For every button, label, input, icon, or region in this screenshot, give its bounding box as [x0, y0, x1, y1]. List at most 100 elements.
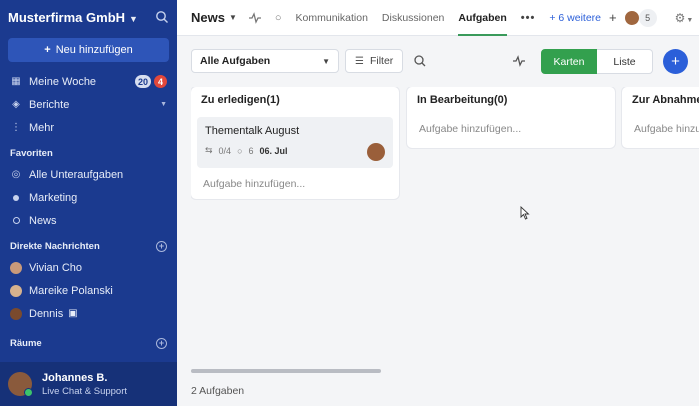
add-task-link[interactable]: Aufgabe hinzufügen...	[407, 113, 615, 145]
column-todo: Zu erledigen(1) Thementalk August ⇆ 0/4 …	[191, 87, 399, 199]
filter-label: Filter	[369, 55, 394, 67]
more-icon[interactable]: •••	[521, 12, 536, 24]
due-date: 06. Jul	[259, 145, 288, 156]
sidebar-item-label: Marketing	[29, 191, 78, 204]
new-item-label: Neu hinzufügen	[55, 44, 133, 56]
avatar	[10, 284, 22, 297]
add-task-link[interactable]: Aufgabe hinzufügen...	[191, 168, 399, 200]
status-emoji-icon: ▣	[68, 308, 78, 319]
task-filter-select[interactable]: Alle Aufgaben ▼	[191, 49, 339, 73]
sidebar-item-all-subtasks[interactable]: ◎ Alle Unteraufgaben	[0, 163, 177, 186]
page-title[interactable]: News	[191, 10, 225, 25]
add-task-link[interactable]: Aufgabe hinzufügen...	[622, 113, 699, 145]
member-count[interactable]: 5	[638, 8, 657, 27]
header: News ▼ ○ Kommunikation Diskussionen Aufg…	[177, 0, 699, 36]
more-vertical-icon: ⋮	[11, 122, 21, 133]
org-switcher[interactable]: Musterfirma GmbH ▼	[8, 10, 155, 25]
sidebar: Musterfirma GmbH ▼ + Neu hinzufügen ▦ Mein…	[0, 0, 177, 406]
layers-icon: ◈	[12, 99, 20, 110]
subtask-icon: ⇆	[205, 145, 213, 155]
chevron-down-icon: ▼	[129, 13, 138, 24]
avatar[interactable]	[622, 8, 641, 27]
filter-icon: ☰	[355, 55, 364, 67]
sidebar-item-more[interactable]: ⋮ Mehr	[0, 116, 177, 139]
direct-messages-heading: Direkte Nachrichten +	[0, 236, 177, 256]
section-title: Favoriten	[10, 147, 53, 159]
sidebar-item-news[interactable]: News	[0, 209, 177, 232]
gear-icon[interactable]: ⚙▼	[675, 11, 694, 25]
circle-icon[interactable]: ○	[275, 12, 282, 24]
horizontal-scrollbar[interactable]	[191, 369, 381, 373]
activity-icon[interactable]	[248, 11, 261, 24]
chevron-down-icon: ▼	[322, 56, 330, 66]
select-value: Alle Aufgaben	[200, 55, 271, 67]
chevron-down-icon: ▼	[160, 101, 167, 108]
sidebar-item-vivian-cho[interactable]: Vivian Cho	[0, 256, 177, 279]
column-in-progress: In Bearbeitung(0) Aufgabe hinzufügen...	[407, 87, 615, 148]
sidebar-item-dennis[interactable]: Dennis ▣	[0, 302, 177, 325]
rooms-heading[interactable]: Räume +	[0, 333, 177, 353]
ring-dot-icon	[13, 217, 20, 224]
sidebar-item-label: News	[29, 214, 57, 227]
view-toggle: Karten Liste	[541, 49, 653, 74]
tab-kommunikation[interactable]: Kommunikation	[296, 0, 368, 36]
chevron-down-icon[interactable]: ▼	[229, 13, 237, 22]
comment-icon: ○	[237, 145, 243, 156]
more-tabs-link[interactable]: + 6 weitere	[549, 12, 601, 24]
add-dm-icon[interactable]: +	[156, 240, 167, 252]
view-list-button[interactable]: Liste	[597, 49, 653, 74]
calendar-icon: ▦	[11, 76, 21, 87]
new-item-button[interactable]: + Neu hinzufügen	[8, 38, 169, 62]
avatar	[8, 372, 33, 397]
column-title: In Bearbeitung(0)	[417, 94, 508, 106]
add-task-fab[interactable]: +	[663, 49, 688, 74]
sidebar-item-my-week[interactable]: ▦ Meine Woche 20 4	[0, 70, 177, 93]
sidebar-item-label: Dennis	[29, 307, 64, 320]
column-title: Zu erledigen(1)	[201, 94, 280, 106]
column-title: Zur Abnahme	[632, 94, 699, 106]
search-icon[interactable]	[155, 10, 169, 24]
sidebar-item-label: Alle Unteraufgaben	[29, 168, 124, 181]
avatar	[10, 261, 22, 274]
comment-count: 6	[248, 145, 254, 156]
task-meta: ⇆ 0/4 ○ 6 06. Jul	[205, 145, 385, 156]
avatar	[10, 307, 22, 320]
sidebar-item-label: Mareike Polanski	[29, 284, 113, 297]
tab-diskussionen[interactable]: Diskussionen	[382, 0, 444, 36]
section-title: Direkte Nachrichten	[10, 240, 100, 252]
tab-aufgaben[interactable]: Aufgaben	[458, 0, 508, 36]
favorites-heading: Favoriten	[0, 143, 177, 163]
subtask-count: 0/4	[218, 145, 232, 156]
user-subtitle: Live Chat & Support	[42, 385, 128, 397]
assignee-avatar[interactable]	[367, 143, 385, 161]
mouse-cursor-icon	[520, 206, 530, 220]
sidebar-item-label: Berichte	[29, 98, 70, 111]
add-tab-button[interactable]: +	[609, 10, 617, 25]
org-name: Musterfirma GmbH	[8, 9, 126, 25]
sidebar-item-label: Mehr	[29, 121, 55, 134]
add-room-icon[interactable]: +	[156, 337, 167, 349]
user-profile[interactable]: Johannes B. Live Chat & Support	[0, 362, 177, 406]
sidebar-item-reports[interactable]: ◈ Berichte ▼	[0, 93, 177, 116]
activity-icon[interactable]	[513, 55, 525, 67]
sidebar-item-label: Vivian Cho	[29, 261, 82, 274]
filled-dot-icon	[13, 194, 19, 201]
column-review: Zur Abnahme Aufgabe hinzufügen...	[622, 87, 699, 148]
section-title: Räume	[10, 337, 42, 349]
kanban-board: Zu erledigen(1) Thementalk August ⇆ 0/4 …	[191, 87, 699, 357]
count-badge: 20	[134, 75, 151, 88]
plus-icon: +	[44, 44, 51, 56]
sidebar-item-mareike-polanski[interactable]: Mareike Polanski	[0, 279, 177, 302]
task-count: 2 Aufgaben	[191, 385, 245, 397]
filter-button[interactable]: ☰ Filter	[345, 49, 404, 73]
sidebar-item-marketing[interactable]: Marketing	[0, 186, 177, 209]
user-name: Johannes B.	[42, 371, 108, 384]
sidebar-header: Musterfirma GmbH ▼	[0, 0, 177, 34]
toolbar: Alle Aufgaben ▼ ☰ Filter Karten Liste +	[177, 36, 699, 86]
check-circle-icon: ◎	[11, 169, 21, 180]
view-cards-button[interactable]: Karten	[541, 49, 597, 74]
task-card[interactable]: Thementalk August ⇆ 0/4 ○ 6 06. Jul	[197, 117, 393, 168]
search-icon[interactable]	[413, 54, 427, 68]
sidebar-item-label: Meine Woche	[29, 75, 97, 88]
alert-badge: 4	[154, 75, 167, 88]
